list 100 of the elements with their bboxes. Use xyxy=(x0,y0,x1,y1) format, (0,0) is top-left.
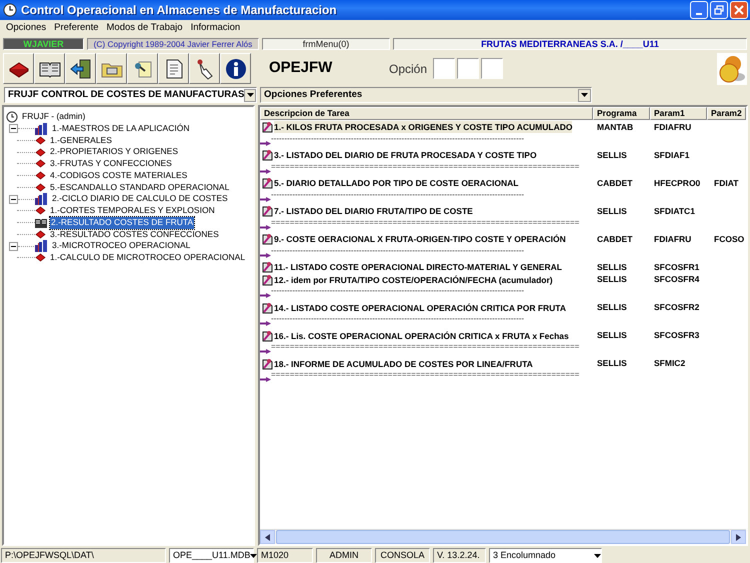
restore-button[interactable] xyxy=(710,1,728,19)
expander-icon[interactable] xyxy=(9,124,18,134)
table-cell: SELLIS xyxy=(597,262,627,272)
tree-item[interactable]: 2.-PROPIETARIOS Y ORIGENES xyxy=(49,146,180,158)
table-cell: SFCOSFR2 xyxy=(654,302,700,312)
minimize-button[interactable] xyxy=(690,1,708,19)
preferences-dropdown[interactable]: Opciones Preferentes xyxy=(260,87,592,103)
separator-line: ----------------------------------------------------------------------------------------------- xyxy=(271,190,524,198)
diamond-icon xyxy=(35,230,46,239)
arrow-icon xyxy=(260,168,271,174)
tree-item[interactable]: 1.-GENERALES xyxy=(49,134,113,146)
diamond-icon xyxy=(35,171,46,180)
info-button[interactable] xyxy=(220,53,251,84)
column-header[interactable]: Param1 xyxy=(650,107,707,120)
column-header[interactable]: Descripcion de Tarea xyxy=(260,107,593,120)
tree-item[interactable]: 3.-FRUTAS Y CONFECCIONES xyxy=(49,158,173,170)
tree-item[interactable]: 3.-MICROTROCEO OPERACIONAL xyxy=(51,240,192,252)
open-book-button[interactable] xyxy=(34,53,65,84)
diamond-icon xyxy=(35,136,46,145)
user-label: WJAVIER xyxy=(3,38,84,50)
table-cell: CABDET xyxy=(597,178,632,188)
tree-item[interactable]: 1.-MAESTROS DE LA APLICACIÓN xyxy=(51,122,190,134)
caret-icon xyxy=(594,554,601,558)
option-field[interactable] xyxy=(481,58,504,79)
tree-item[interactable]: 4.-CODIGOS COSTE MATERIALES xyxy=(49,170,188,182)
database-dropdown[interactable]: OPE____U11.MDB xyxy=(169,548,254,563)
diamond-icon xyxy=(35,159,46,168)
clock-icon xyxy=(3,3,17,17)
tool-icon xyxy=(262,149,273,162)
books-icon xyxy=(34,193,48,206)
company-label: FRUTAS MEDITERRANEAS S.A. /____U11 xyxy=(393,38,747,50)
tool-icon xyxy=(262,358,273,370)
scroll-left-icon xyxy=(265,534,270,540)
task-description[interactable]: 9.- COSTE OERACIONAL X FRUTA-ORIGEN-TIPO COSTE Y OPERACIÓN xyxy=(274,233,566,246)
option-field[interactable] xyxy=(457,58,480,79)
separator-line: ================================================================== xyxy=(271,342,580,351)
close-button[interactable] xyxy=(730,1,748,19)
program-code: OPEJFW xyxy=(269,58,334,78)
option-field[interactable] xyxy=(433,58,456,79)
tree-item[interactable]: 3.-RESULTADO COSTES CONFECCIONES xyxy=(49,228,220,240)
menu-item[interactable]: Preferente xyxy=(50,21,103,34)
diamond-icon xyxy=(35,148,46,157)
task-description[interactable]: 7.- LISTADO DEL DIARIO FRUTA/TIPO DE COSTE xyxy=(274,205,473,218)
separator-line: ================================================================== xyxy=(271,370,580,379)
task-description[interactable]: 3.- LISTADO DEL DIARIO DE FRUTA PROCESADA Y COSTE TIPO xyxy=(274,149,537,162)
exit-door-button[interactable] xyxy=(65,53,96,84)
tree-item[interactable]: 2.-RESULTADO COSTES DE FRUTA xyxy=(50,216,194,228)
task-description[interactable]: 16.- Lis. COSTE OPERACIONAL OPERACIÓN CRITICA x FRUTA x Fechas xyxy=(274,330,569,342)
minimize-icon xyxy=(696,13,702,15)
table-cell: SFCOSFR4 xyxy=(654,274,700,284)
module-dropdown[interactable]: FRUJF CONTROL DE COSTES DE MANUFACTURAS xyxy=(4,87,257,103)
table-cell: FDIAFRU xyxy=(654,122,692,132)
tree-item[interactable]: FRUJF - (admin) xyxy=(21,111,86,123)
separator-line: ================================================================== xyxy=(271,218,580,226)
task-description[interactable]: 1.- KILOS FRUTA PROCESADA x ORIGENES Y COSTE TIPO ACUMULADO xyxy=(274,121,572,134)
window-title: Control Operacional en Almacenes de Manufacturacion xyxy=(21,2,337,19)
menu-item[interactable]: Modos de Trabajo xyxy=(102,21,187,34)
tool-icon xyxy=(262,205,273,218)
separator-line: ================================================================== xyxy=(271,162,580,170)
status-user: ADMIN xyxy=(316,548,372,563)
books-icon xyxy=(34,122,48,135)
table-cell: SELLIS xyxy=(597,150,627,160)
document-button[interactable] xyxy=(158,53,189,84)
pushpin-note-button[interactable] xyxy=(127,53,158,84)
table-cell: SELLIS xyxy=(597,330,627,340)
table-cell: SELLIS xyxy=(597,302,627,312)
task-description[interactable]: 11.- LISTADO COSTE OPERACIONAL DIRECTO-MATERIAL Y GENERAL xyxy=(274,261,562,274)
horizontal-scrollbar[interactable] xyxy=(260,529,746,544)
task-description[interactable]: 5.- DIARIO DETALLADO POR TIPO DE COSTE OERACIONAL xyxy=(274,177,518,190)
fruit-icon xyxy=(717,52,747,84)
caret-icon xyxy=(581,93,588,97)
tool-icon xyxy=(262,302,273,314)
table-cell: SFCOSFR3 xyxy=(654,330,700,340)
tree-item[interactable]: 2.-CICLO DIARIO DE CALCULO DE COSTES xyxy=(51,193,229,205)
task-description[interactable]: 14.- LISTADO COSTE OPERACIONAL OPERACIÓN CRITICA POR FRUTA xyxy=(274,302,566,314)
arrow-icon xyxy=(260,252,271,258)
expander-icon[interactable] xyxy=(9,242,18,251)
option-label: Opción xyxy=(389,60,428,78)
caret-icon xyxy=(246,93,254,97)
menu-item[interactable]: Opciones xyxy=(2,21,50,34)
expander-icon[interactable] xyxy=(9,194,18,204)
tool-icon xyxy=(262,233,273,246)
layout-dropdown[interactable]: 3 Encolumnado xyxy=(489,548,602,563)
table-cell: HFECPRO0 xyxy=(654,178,700,188)
task-description[interactable]: 18.- INFORME DE ACUMULADO DE COSTES POR LINEA/FRUTA xyxy=(274,358,533,370)
menu-item[interactable]: Informacion xyxy=(186,21,244,34)
tree-item[interactable]: 1.-CORTES TEMPORALES Y EXPLOSION xyxy=(49,205,216,217)
task-description[interactable]: 12.- idem por FRUTA/TIPO COSTE/OPERACIÓN/FECHA (acumulador) xyxy=(274,274,553,286)
column-header[interactable]: Param2 xyxy=(707,107,746,120)
tree-item[interactable]: 1.-CALCULO DE MICROTROCEO OPERACIONAL xyxy=(49,252,246,264)
table-cell: FCOSO xyxy=(714,234,744,244)
path-label: P:\OPEJFWSQL\DAT\ xyxy=(1,548,166,563)
folder-button[interactable] xyxy=(96,53,127,84)
tree-item[interactable]: 5.-ESCANDALLO STANDARD OPERACIONAL xyxy=(49,182,230,194)
caret-icon xyxy=(250,554,258,558)
column-header[interactable]: Programa xyxy=(593,107,650,120)
table-cell: SFCOSFR1 xyxy=(654,262,700,272)
diamond-icon xyxy=(35,206,46,216)
separator-line: ----------------------------------------------------------------------------------------------- xyxy=(271,246,524,254)
tool-icon xyxy=(262,261,273,274)
